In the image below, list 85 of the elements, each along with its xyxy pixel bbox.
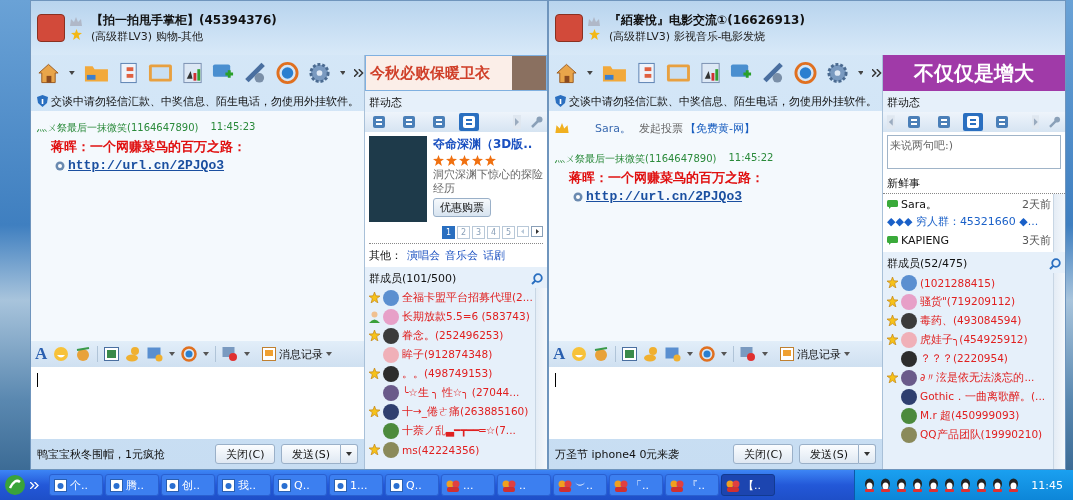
- window-title: 『絔褰悅』电影交流①(16626913): [609, 12, 805, 29]
- message-link[interactable]: http://url.cn/2PJQo3: [586, 189, 743, 204]
- member-name[interactable]: ？？？(2220954): [920, 351, 1008, 366]
- page-button[interactable]: 5: [502, 226, 515, 239]
- feed-time: 3天前: [1022, 233, 1051, 248]
- message-link[interactable]: http://url.cn/2PJQo3: [68, 158, 225, 173]
- taskbar-button[interactable]: 【..: [721, 474, 775, 496]
- taskbar-button[interactable]: 我..: [217, 474, 271, 496]
- member-name[interactable]: 毒药、(493084594): [920, 313, 1022, 328]
- page-button[interactable]: 1: [442, 226, 455, 239]
- page-button[interactable]: 3: [472, 226, 485, 239]
- message-text: 蒋晖：一个网赚菜鸟的百万之路：: [569, 169, 765, 187]
- feed-author[interactable]: KAPIENG: [901, 234, 1019, 247]
- clock: 11:45: [1031, 478, 1063, 492]
- comment-field[interactable]: 来说两句吧:): [887, 135, 1061, 169]
- members-title: 群成员(52/475): [887, 256, 968, 271]
- send-button[interactable]: 发送(S): [799, 444, 859, 464]
- window-title: 【拍一拍甩手掌柜】(45394376): [91, 12, 277, 29]
- member-name[interactable]: M.r 超(450999093): [920, 408, 1020, 423]
- feed-text[interactable]: ◆◆◆ 穷人群：45321660 ◆...: [887, 214, 1051, 229]
- send-button[interactable]: 发送(S): [281, 444, 341, 464]
- member-name[interactable]: 眸子(912874348): [402, 347, 493, 362]
- taskbar-button[interactable]: Q..: [385, 474, 439, 496]
- close-button[interactable]: 关闭(C): [215, 444, 276, 464]
- ad-text[interactable]: 鸭宝宝秋冬围帽，1元疯抢: [37, 446, 210, 462]
- feed-author[interactable]: Sara。: [901, 197, 1019, 212]
- taskbar-button[interactable]: ︶..: [553, 474, 607, 496]
- movie-title[interactable]: 夺命深渊（3D版..: [433, 136, 543, 153]
- history-button[interactable]: 消息记录: [778, 346, 853, 362]
- group-category: (高级群LV3) 影视音乐-电影发烧: [609, 29, 767, 44]
- ad-banner[interactable]: 今秋必败保暖卫衣: [365, 55, 547, 91]
- page-button[interactable]: 4: [487, 226, 500, 239]
- member-name[interactable]: Gothic．一曲离歌醉。(...: [920, 389, 1046, 404]
- ad-banner[interactable]: 不仅仅是增大: [883, 55, 1065, 91]
- others-label: 其他：: [369, 248, 402, 263]
- taskbar-button[interactable]: ...: [441, 474, 495, 496]
- taskbar-button[interactable]: 1...: [329, 474, 383, 496]
- user-name[interactable]: Sara。: [595, 121, 631, 136]
- member-name[interactable]: ╰☆生 ╮ 性☆╮ (27044...: [402, 385, 520, 400]
- sender-name: 灬ㄨ祭最后一抹微笑(1164647890): [555, 152, 717, 166]
- page-button[interactable]: 2: [457, 226, 470, 239]
- section-title: 群动态: [886, 95, 921, 111]
- banner-text[interactable]: 今秋必败保暖卫衣: [370, 63, 490, 83]
- movie-description: 洞穴深渊下惊心的探险经历: [433, 168, 543, 196]
- member-name[interactable]: 十→_倦ㄜ痛(263885160): [402, 404, 529, 419]
- feed-time: 2天前: [1022, 197, 1051, 212]
- taskbar-button[interactable]: 腾..: [105, 474, 159, 496]
- member-name[interactable]: 眷念。(252496253): [402, 328, 504, 343]
- member-name[interactable]: ms(42224356): [402, 443, 480, 456]
- member-name[interactable]: 。。(498749153): [402, 366, 493, 381]
- buy-ticket-button[interactable]: 优惠购票: [433, 198, 491, 217]
- member-name[interactable]: 长期放款5.5=6 (583743): [402, 309, 530, 324]
- security-notice: 交谈中请勿轻信汇款、中奖信息、陌生电话，勿使用外挂软件。: [569, 93, 877, 109]
- member-name[interactable]: 十萘ノ乱▃━┳━━═☆(7...: [402, 423, 516, 438]
- members-title: 群成员(101/500): [369, 271, 457, 286]
- taskbar-button[interactable]: ..: [497, 474, 551, 496]
- member-name[interactable]: ∂〃泫是依无法淡忘的...: [920, 370, 1035, 385]
- group-category: (高级群LV3) 购物-其他: [91, 29, 205, 44]
- section-title: 群动态: [368, 95, 403, 111]
- security-notice: 交谈中请勿轻信汇款、中奖信息、陌生电话，勿使用外挂软件。: [51, 93, 359, 109]
- font-button[interactable]: A: [35, 344, 48, 364]
- member-name[interactable]: 全福卡盟平台招募代理(2...: [402, 290, 533, 305]
- message-time: 11:45:23: [210, 121, 256, 134]
- message-time: 11:45:22: [728, 152, 774, 165]
- message-text: 蒋晖：一个网赚菜鸟的百万之路：: [51, 138, 247, 156]
- taskbar-button[interactable]: Q..: [273, 474, 327, 496]
- sender-name: 灬ㄨ祭最后一抹微笑(1164647890): [37, 121, 199, 135]
- section-title: 新鲜事: [886, 176, 921, 192]
- member-name[interactable]: QQ产品团队(19990210): [920, 427, 1043, 442]
- member-name[interactable]: 虎娃子╮(454925912): [920, 332, 1028, 347]
- taskbar-button[interactable]: 创..: [161, 474, 215, 496]
- category-link[interactable]: 话剧: [483, 248, 505, 263]
- font-button[interactable]: A: [553, 344, 566, 364]
- history-button[interactable]: 消息记录: [260, 346, 335, 362]
- vote-text: 发起投票: [639, 121, 683, 136]
- member-name[interactable]: 骚货"(719209112): [920, 294, 1016, 309]
- category-link[interactable]: 音乐会: [445, 248, 478, 263]
- taskbar-button[interactable]: 个..: [49, 474, 103, 496]
- taskbar-button[interactable]: 『..: [665, 474, 719, 496]
- member-name[interactable]: (1021288415): [920, 276, 995, 289]
- category-link[interactable]: 演唱会: [407, 248, 440, 263]
- ad-text[interactable]: 万圣节 iphone4 0元来袭: [555, 446, 728, 462]
- vote-link[interactable]: 【免费黄-网】: [685, 121, 755, 136]
- close-button[interactable]: 关闭(C): [733, 444, 794, 464]
- taskbar-button[interactable]: 「..: [609, 474, 663, 496]
